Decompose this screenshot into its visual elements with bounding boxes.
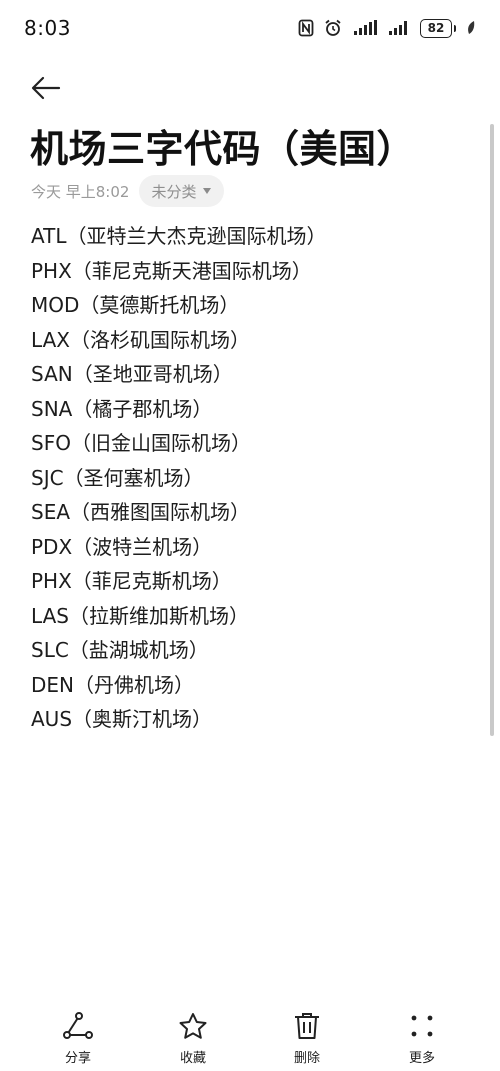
note-line: SFO（旧金山国际机场） <box>31 431 251 455</box>
delete-button[interactable]: 删除 <box>267 1010 347 1066</box>
note-line: MOD（莫德斯托机场） <box>31 293 240 317</box>
status-time: 8:03 <box>24 16 71 40</box>
note-line: ATL（亚特兰大杰克逊国际机场） <box>31 224 327 248</box>
note-line: PHX（菲尼克斯天港国际机场） <box>31 258 312 283</box>
more-button[interactable]: 更多 <box>382 1010 462 1066</box>
alarm-icon <box>324 19 342 37</box>
note-line: SAN（圣地亚哥机场） <box>31 362 233 386</box>
category-dropdown[interactable]: 未分类 <box>139 175 225 207</box>
arrow-left-icon <box>31 76 61 100</box>
note-line: SEA（西雅图国际机场） <box>31 500 251 524</box>
note-line: PDX（波特兰机场） <box>31 534 213 559</box>
status-icons: 82 <box>298 18 476 38</box>
note-body[interactable]: ATL（亚特兰大杰克逊国际机场） PHX（菲尼克斯天港国际机场） MOD（莫德斯… <box>31 219 471 737</box>
caret-down-icon <box>203 188 212 194</box>
share-icon <box>62 1010 94 1042</box>
scrollbar[interactable] <box>490 124 494 736</box>
more-dots-icon <box>406 1010 438 1042</box>
share-label: 分享 <box>64 1051 91 1066</box>
signal-sim2-icon <box>388 20 410 36</box>
note-screen: 8:03 82 机场三字代码（美国） 今天 早上8:02 未分类 ATL（亚特兰… <box>0 0 500 1071</box>
favorite-label: 收藏 <box>179 1051 206 1066</box>
battery-cap <box>454 24 456 32</box>
note-line: PHX（菲尼克斯机场） <box>31 569 232 593</box>
bottom-toolbar: 分享 收藏 删除 更多 <box>0 1010 500 1071</box>
note-line: LAX（洛杉矶国际机场） <box>31 327 250 352</box>
note-line: SLC（盐湖城机场） <box>31 638 209 662</box>
note-line: LAS（拉斯维加斯机场） <box>31 603 249 628</box>
note-line: SNA（橘子郡机场） <box>31 396 213 421</box>
favorite-button[interactable]: 收藏 <box>153 1010 233 1066</box>
back-button[interactable] <box>28 70 64 106</box>
battery-level: 82 <box>420 18 452 38</box>
nfc-icon <box>298 19 314 37</box>
leaf-icon <box>466 20 476 36</box>
more-label: 更多 <box>408 1051 435 1066</box>
note-line: DEN（丹佛机场） <box>31 672 194 697</box>
category-label: 未分类 <box>151 182 197 201</box>
star-icon <box>177 1010 209 1042</box>
note-meta: 今天 早上8:02 未分类 <box>31 175 225 207</box>
delete-label: 删除 <box>293 1051 320 1066</box>
note-title[interactable]: 机场三字代码（美国） <box>30 118 415 173</box>
signal-sim1-icon <box>352 20 378 36</box>
status-bar: 8:03 82 <box>0 0 500 56</box>
note-date: 今天 早上8:02 <box>31 182 130 201</box>
share-button[interactable]: 分享 <box>38 1010 118 1066</box>
battery-indicator: 82 <box>420 18 456 38</box>
note-line: SJC（圣何塞机场） <box>31 465 204 490</box>
note-line: AUS（奥斯汀机场） <box>31 707 213 731</box>
trash-icon <box>291 1010 323 1042</box>
